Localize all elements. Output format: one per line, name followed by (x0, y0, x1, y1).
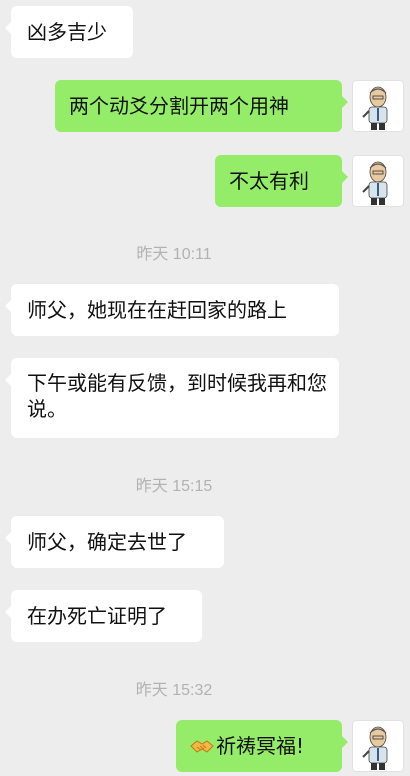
message-text: 下午或能有反馈，到时候我再和您说。 (27, 371, 327, 421)
message-bubble-incoming[interactable]: 在办死亡证明了 (5, 590, 202, 642)
user-avatar[interactable] (352, 720, 404, 772)
message-bubble-incoming[interactable]: 下午或能有反馈，到时候我再和您说。 (5, 358, 339, 438)
message-bubble-outgoing[interactable]: 两个动爻分割开两个用神 (55, 80, 348, 132)
message-bubble-incoming[interactable]: 师父，她现在在赶回家的路上 (5, 284, 339, 336)
message-bubble-incoming[interactable]: 师父，确定去世了 (5, 516, 224, 568)
handshake-emoji-icon (190, 740, 214, 753)
message-bubble-incoming[interactable]: 凶多吉少 (5, 6, 133, 58)
message-text: 两个动爻分割开两个用神 (69, 94, 289, 118)
message-text: 不太有利 (229, 169, 309, 193)
message-text: 在办死亡证明了 (27, 604, 167, 628)
message-text: 凶多吉少 (27, 20, 107, 44)
timestamp: 昨天 10:11 (136, 246, 212, 263)
timestamp: 昨天 15:32 (135, 682, 213, 699)
message-text: 师父，确定去世了 (27, 530, 187, 554)
user-avatar[interactable] (352, 155, 404, 207)
message-text: 师父，她现在在赶回家的路上 (27, 298, 287, 322)
timestamp: 昨天 15:15 (135, 478, 213, 495)
user-avatar[interactable] (352, 80, 404, 132)
message-text: 祈祷冥福! (216, 734, 305, 758)
message-bubble-outgoing[interactable]: 不太有利 (215, 155, 348, 207)
cartoon-man-avatar-icon (362, 86, 388, 130)
cartoon-man-avatar-icon (362, 161, 388, 205)
message-text-row: 祈祷冥福! (190, 733, 328, 759)
cartoon-man-avatar-icon (362, 726, 388, 770)
message-bubble-outgoing[interactable]: 祈祷冥福! (176, 720, 348, 772)
